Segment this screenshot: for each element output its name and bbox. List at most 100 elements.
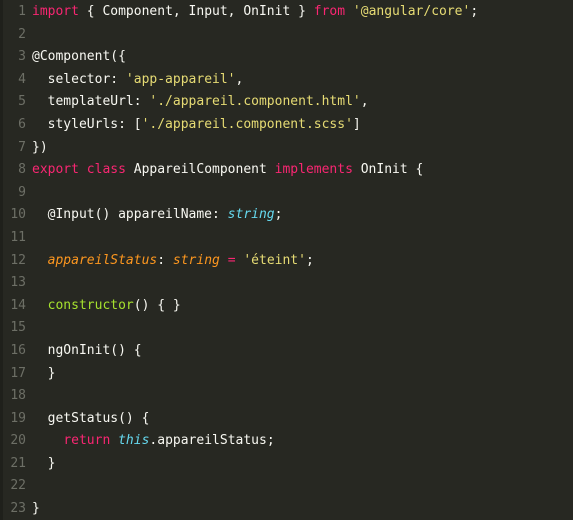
code-token-plain: : — [157, 252, 173, 268]
code-token-plain: () { } — [133, 297, 181, 313]
code-token-param: appareilStatus — [47, 252, 158, 268]
code-line-content[interactable]: }) — [26, 137, 573, 160]
code-token-operator: = — [227, 252, 244, 268]
code-token-plain: , — [235, 71, 244, 87]
code-line-content[interactable]: return this.appareilStatus; — [26, 430, 573, 453]
code-line[interactable]: 12 appareilStatus: string = 'éteint'; — [0, 250, 573, 273]
line-number: 13 — [10, 275, 26, 291]
code-token-func: constructor — [47, 297, 134, 313]
code-line-content[interactable]: @Component({ — [26, 46, 573, 69]
code-token-plain: } — [32, 501, 40, 517]
code-line-content[interactable]: @Input() appareilName: string; — [26, 204, 573, 227]
code-line[interactable]: 4 selector: 'app-appareil', — [0, 69, 573, 92]
code-line-content[interactable]: } — [26, 453, 573, 476]
code-token-plain: ] — [352, 116, 361, 132]
line-number: 20 — [10, 433, 26, 449]
line-number: 5 — [18, 94, 26, 110]
line-number: 17 — [10, 365, 26, 381]
code-token-plain: getStatus() { — [32, 410, 150, 426]
line-number: 9 — [18, 184, 26, 200]
code-line[interactable]: 7}) — [0, 137, 573, 160]
code-lines-container[interactable]: 1 import { Component, Input, OnInit } fro… — [0, 0, 573, 520]
code-line[interactable]: 2 — [0, 24, 573, 47]
code-line[interactable]: 22 — [0, 475, 573, 498]
code-line[interactable]: 9 — [0, 182, 573, 205]
code-token-plain: } — [32, 365, 56, 381]
code-token-param: string — [172, 252, 228, 268]
code-line[interactable]: 19 getStatus() { — [0, 408, 573, 431]
code-line-content[interactable]: styleUrls: ['./appareil.component.scss'] — [26, 114, 573, 137]
code-token-plain: { Component, Input, OnInit } — [86, 4, 314, 19]
code-token-keyword: from — [313, 4, 353, 19]
code-line-content[interactable]: } — [26, 498, 573, 520]
code-line[interactable]: 23} — [0, 498, 573, 520]
code-token-keyword: export class — [32, 162, 134, 178]
code-token-string: 'éteint' — [243, 252, 306, 268]
code-line-content[interactable]: export class AppareilComponent implement… — [26, 159, 573, 182]
line-number: 22 — [10, 478, 26, 494]
code-line[interactable]: 18 — [0, 385, 573, 408]
line-number: 2 — [18, 26, 26, 42]
line-number: 15 — [10, 320, 26, 336]
code-line-content[interactable]: selector: 'app-appareil', — [26, 69, 573, 92]
code-line[interactable]: 1 import { Component, Input, OnInit } fro… — [0, 1, 573, 24]
line-number: 11 — [10, 229, 26, 245]
code-line-content[interactable]: ngOnInit() { — [26, 340, 573, 363]
code-line[interactable]: 11 — [0, 227, 573, 250]
code-token-plain: }) — [32, 139, 48, 155]
line-number: 4 — [18, 71, 26, 87]
code-token-string: './appareil.component.html' — [149, 94, 361, 110]
code-token-string: './appareil.component.scss' — [141, 116, 353, 132]
line-number: 1 — [18, 4, 26, 19]
code-line[interactable]: 8 export class AppareilComponent implemen… — [0, 159, 573, 182]
code-line[interactable]: 10 @Input() appareilName: string; — [0, 204, 573, 227]
code-token-keyword: return — [63, 433, 119, 449]
code-token-plain: , — [360, 94, 369, 110]
code-line-content[interactable]: import { Component, Input, OnInit } from… — [26, 1, 573, 24]
code-token-type: string — [227, 207, 275, 223]
code-token-plain: selector: — [32, 71, 126, 87]
code-token-plain: OnInit { — [360, 162, 424, 178]
line-number: 14 — [10, 297, 26, 313]
line-number: 23 — [10, 501, 26, 517]
code-line-content[interactable]: getStatus() { — [26, 408, 573, 431]
code-line-content[interactable]: } — [26, 363, 573, 386]
line-number: 12 — [10, 252, 26, 268]
code-line-content[interactable]: appareilStatus: string = 'éteint'; — [26, 250, 573, 273]
code-line[interactable]: 5 templateUrl: './appareil.component.htm… — [0, 91, 573, 114]
code-token-string: 'app-appareil' — [125, 71, 236, 87]
code-token-plain: } — [32, 455, 56, 471]
code-line-content[interactable]: templateUrl: './appareil.component.html'… — [26, 91, 573, 114]
code-line[interactable]: 20 return this.appareilStatus; — [0, 430, 573, 453]
code-line[interactable]: 17 } — [0, 363, 573, 386]
code-line[interactable]: 15 — [0, 317, 573, 340]
code-token-plain: styleUrls: [ — [32, 116, 142, 132]
code-line-content[interactable]: constructor() { } — [26, 295, 573, 318]
code-editor[interactable]: 1 import { Component, Input, OnInit } fro… — [0, 0, 573, 520]
code-token-plain: .appareilStatus; — [149, 433, 275, 449]
line-number: 19 — [10, 410, 26, 426]
line-number: 8 — [18, 162, 26, 178]
code-line[interactable]: 13 — [0, 272, 573, 295]
code-line[interactable]: 6 styleUrls: ['./appareil.component.scss… — [0, 114, 573, 137]
code-line[interactable]: 21 } — [0, 453, 573, 476]
code-token-type: this — [118, 433, 150, 449]
code-token-plain: @Input() appareilName: — [32, 207, 228, 223]
code-token-string: '@angular/core' — [352, 4, 471, 19]
line-number: 6 — [18, 116, 26, 132]
code-token-plain: ; — [274, 207, 283, 223]
code-token-keyword: import — [32, 4, 87, 19]
code-token-keyword: implements — [274, 162, 361, 178]
code-line[interactable]: 14 constructor() { } — [0, 295, 573, 318]
code-token-plain: AppareilComponent — [133, 162, 275, 178]
line-number: 10 — [10, 207, 26, 223]
code-line[interactable]: 16 ngOnInit() { — [0, 340, 573, 363]
line-number: 16 — [10, 342, 26, 358]
code-token-plain: ngOnInit() { — [32, 342, 142, 358]
code-line[interactable]: 3 @Component({ — [0, 46, 573, 69]
code-token-plain: ; — [305, 252, 314, 268]
line-number: 7 — [18, 139, 26, 155]
line-number: 18 — [10, 388, 26, 404]
